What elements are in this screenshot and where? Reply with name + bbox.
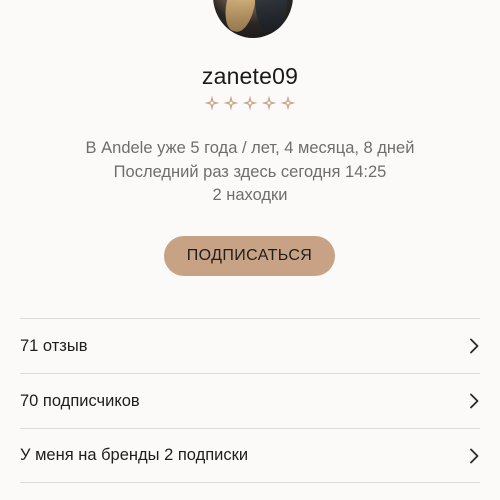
chevron-right-icon bbox=[470, 338, 479, 354]
chevron-right-icon bbox=[470, 393, 479, 409]
star-icon bbox=[204, 95, 220, 111]
profile-info: В Andele уже 5 года / лет, 4 месяца, 8 д… bbox=[0, 137, 500, 208]
star-icon bbox=[242, 95, 258, 111]
list-item-brand-subscriptions[interactable]: У меня на бренды 2 подписки bbox=[20, 428, 480, 483]
avatar-shadow bbox=[255, 0, 287, 34]
finds-count-text: 2 находки bbox=[212, 186, 288, 204]
list-item-followers[interactable]: 70 подписчиков bbox=[20, 373, 480, 428]
star-icon bbox=[261, 95, 277, 111]
profile-page: zanete09 В Andele уже 5 года / лет, 4 ме… bbox=[0, 0, 500, 500]
list-item-reviews[interactable]: 71 отзыв bbox=[20, 318, 480, 373]
profile-links-list: 71 отзыв 70 подписчиков У меня на бренды… bbox=[20, 318, 480, 483]
list-item-label: 71 отзыв bbox=[20, 336, 88, 355]
last-seen-text: Последний раз здесь сегодня 14:25 bbox=[113, 162, 387, 181]
list-item-label: У меня на бренды 2 подписки bbox=[20, 446, 249, 464]
username: zanete09 bbox=[201, 63, 299, 89]
rating-stars bbox=[0, 95, 500, 111]
star-icon bbox=[223, 95, 239, 111]
subscribe-button[interactable]: ПОДПИСАТЬСЯ bbox=[164, 236, 335, 276]
chevron-right-icon bbox=[470, 448, 479, 464]
list-item-label: 70 подписчиков bbox=[20, 391, 140, 410]
avatar[interactable] bbox=[213, 0, 293, 38]
star-icon bbox=[280, 95, 296, 111]
member-since-text: В Andele уже 5 года / лет, 4 месяца, 8 д… bbox=[85, 139, 415, 157]
